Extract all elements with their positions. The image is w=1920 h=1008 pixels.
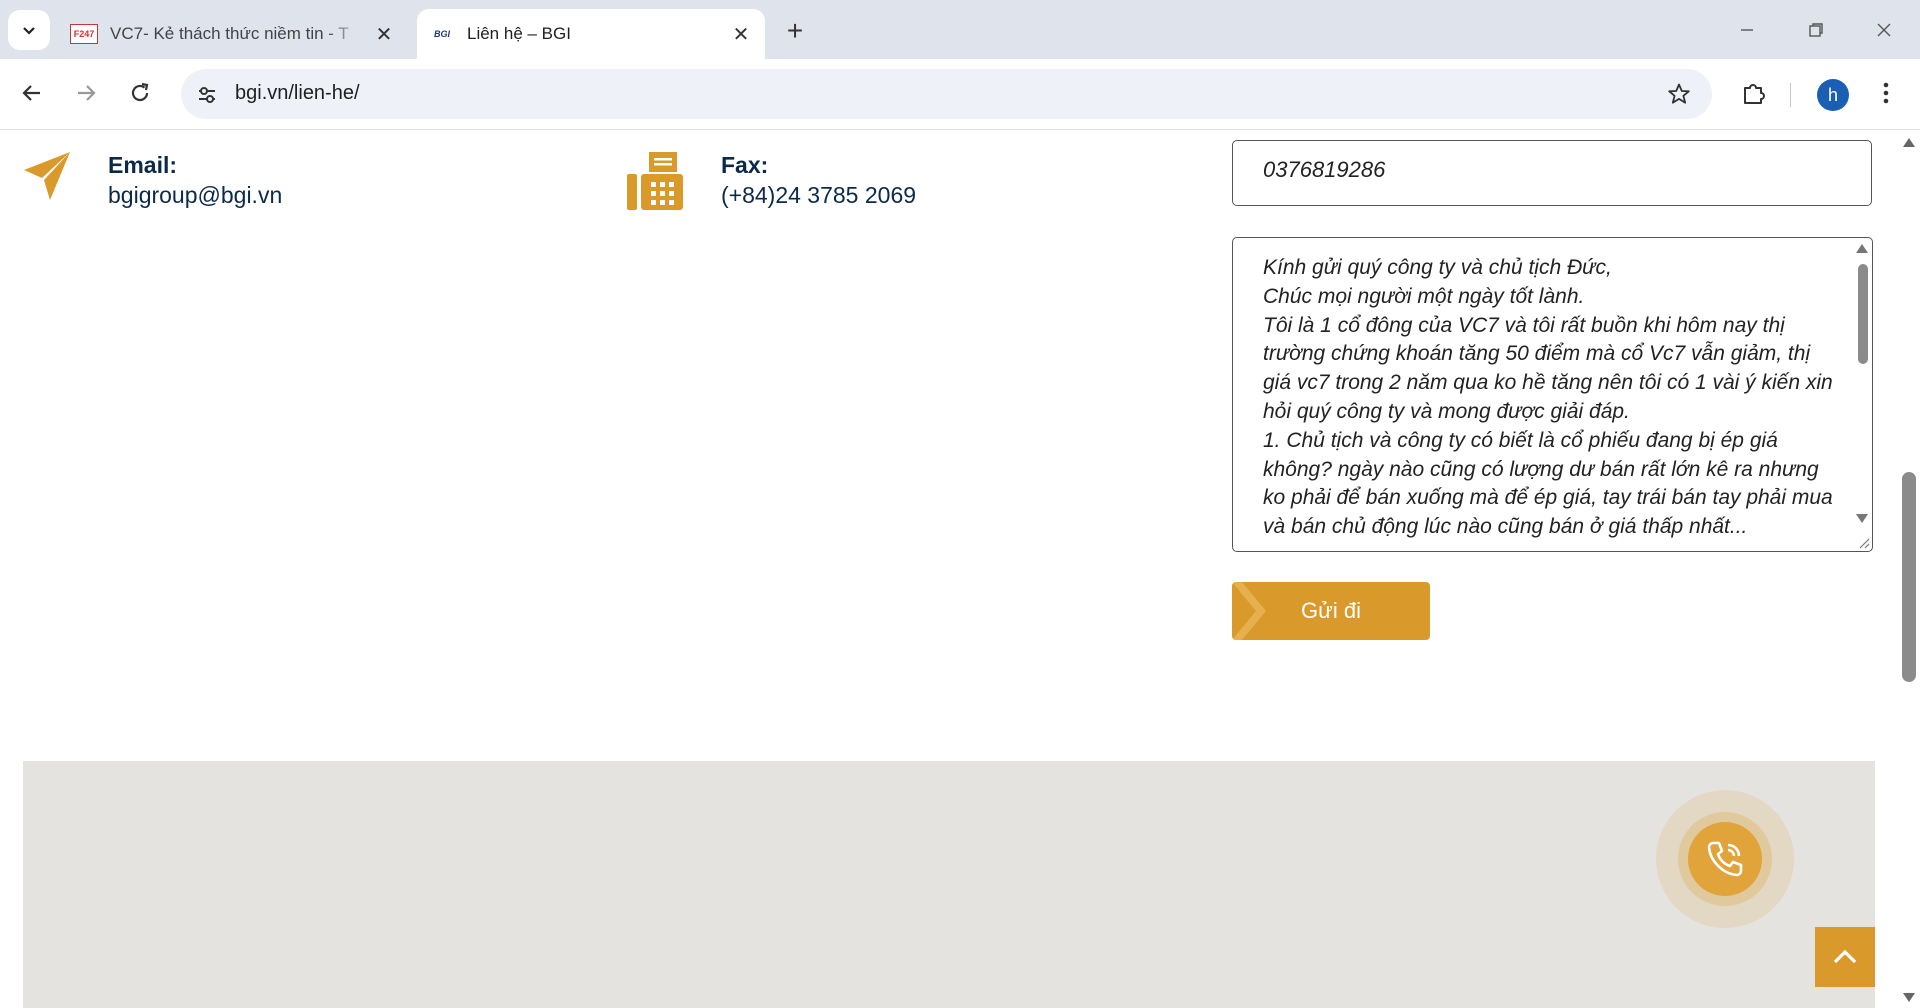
contact-fax: Fax: (+84)24 3785 2069 <box>627 150 916 210</box>
phone-ringing-icon <box>1707 841 1743 877</box>
toolbar-divider <box>1790 83 1791 107</box>
call-button-core <box>1688 822 1762 896</box>
fax-label: Fax: <box>721 152 769 178</box>
phone-input-value: 0376819286 <box>1263 157 1386 182</box>
chevron-up-icon <box>1833 949 1857 964</box>
puzzle-icon <box>1744 84 1765 104</box>
kebab-menu-icon <box>1883 82 1889 104</box>
scroll-up-arrow-icon[interactable] <box>1903 138 1915 147</box>
new-tab-button[interactable]: + <box>780 15 810 46</box>
f247-favicon-icon: F247 <box>70 24 98 44</box>
back-button[interactable] <box>14 75 50 111</box>
send-button[interactable]: Gửi đi <box>1232 582 1430 640</box>
profile-avatar[interactable]: h <box>1817 79 1849 111</box>
menu-button[interactable] <box>1868 75 1904 111</box>
bgi-favicon-icon: BGI <box>433 29 450 39</box>
close-icon <box>1877 23 1891 37</box>
chevron-down-icon <box>23 27 35 35</box>
message-scroll-thumb[interactable] <box>1858 264 1868 364</box>
address-bar[interactable]: bgi.vn/lien-he/ <box>181 69 1712 119</box>
star-icon <box>1668 83 1690 104</box>
page-scrollbar[interactable] <box>1898 130 1920 1008</box>
close-icon[interactable]: ✕ <box>729 22 753 46</box>
browser-toolbar: bgi.vn/lien-he/ h <box>0 59 1920 130</box>
message-line: 1. Chủ tịch và công ty có biết là cổ phi… <box>1263 428 1833 539</box>
call-button-ring <box>1678 812 1772 906</box>
message-line: Tôi là 1 cổ đông của VC7 và tôi rất buồn… <box>1263 313 1833 423</box>
url-text[interactable]: bgi.vn/lien-he/ <box>235 82 360 105</box>
call-button[interactable] <box>1656 790 1794 928</box>
page-content: Email: bgigroup@bgi.vn Fax: (+84)24 3785… <box>0 130 1898 1008</box>
arrow-left-icon <box>22 85 40 101</box>
reload-icon <box>131 82 149 102</box>
arrow-right-icon <box>78 85 96 101</box>
extensions-button[interactable] <box>1736 75 1772 111</box>
tab-lien-he[interactable]: BGI Liên hệ – BGI ✕ <box>417 9 765 59</box>
tab-search-button[interactable] <box>8 10 50 50</box>
message-line: Kính gửi quý công ty và chủ tịch Đức, <box>1263 256 1612 279</box>
message-line: Chúc mọi người một ngày tốt lành. <box>1263 284 1585 308</box>
map-embed[interactable] <box>23 761 1875 1008</box>
tune-icon <box>199 87 215 103</box>
send-button-label: Gửi đi <box>1301 598 1361 623</box>
page-scroll-thumb[interactable] <box>1902 472 1916 682</box>
reload-button[interactable] <box>122 75 158 111</box>
close-icon[interactable]: ✕ <box>372 22 396 46</box>
contact-email: Email: bgigroup@bgi.vn <box>22 150 282 210</box>
email-label: Email: <box>108 152 178 178</box>
tab-vc7[interactable]: F247 VC7- Kẻ thách thức niềm tin - T ✕ <box>58 9 408 59</box>
close-window-button[interactable] <box>1866 12 1902 48</box>
phone-input[interactable]: 0376819286 <box>1232 140 1872 206</box>
resize-handle-icon[interactable] <box>1858 537 1870 549</box>
restore-icon <box>1809 23 1823 37</box>
tab-strip: F247 VC7- Kẻ thách thức niềm tin - T ✕ B… <box>0 0 1920 59</box>
forward-button[interactable] <box>68 75 104 111</box>
scroll-down-arrow-icon[interactable] <box>1903 993 1915 1002</box>
message-textarea[interactable]: Kính gửi quý công ty và chủ tịch Đức, Ch… <box>1232 237 1873 552</box>
bookmark-star-button[interactable] <box>1666 81 1692 107</box>
site-info-button[interactable] <box>193 81 221 109</box>
minimize-icon <box>1741 29 1753 31</box>
back-to-top-button[interactable] <box>1815 927 1875 987</box>
tab-title: Liên hệ – BGI <box>467 24 571 43</box>
paper-plane-icon <box>24 152 70 200</box>
email-value[interactable]: bgigroup@bgi.vn <box>108 180 282 210</box>
restore-button[interactable] <box>1798 12 1834 48</box>
fax-icon <box>627 152 683 210</box>
scroll-up-arrow-icon[interactable] <box>1856 244 1868 253</box>
fax-value: (+84)24 3785 2069 <box>721 182 917 208</box>
chevron-right-icon <box>1232 582 1266 640</box>
message-text: Kính gửi quý công ty và chủ tịch Đức, Ch… <box>1263 254 1833 542</box>
message-scrollbar[interactable] <box>1854 238 1872 551</box>
minimize-button[interactable] <box>1729 12 1765 48</box>
tab-title: VC7- Kẻ thách thức niềm tin - T <box>110 24 349 43</box>
scroll-down-arrow-icon[interactable] <box>1856 514 1868 523</box>
